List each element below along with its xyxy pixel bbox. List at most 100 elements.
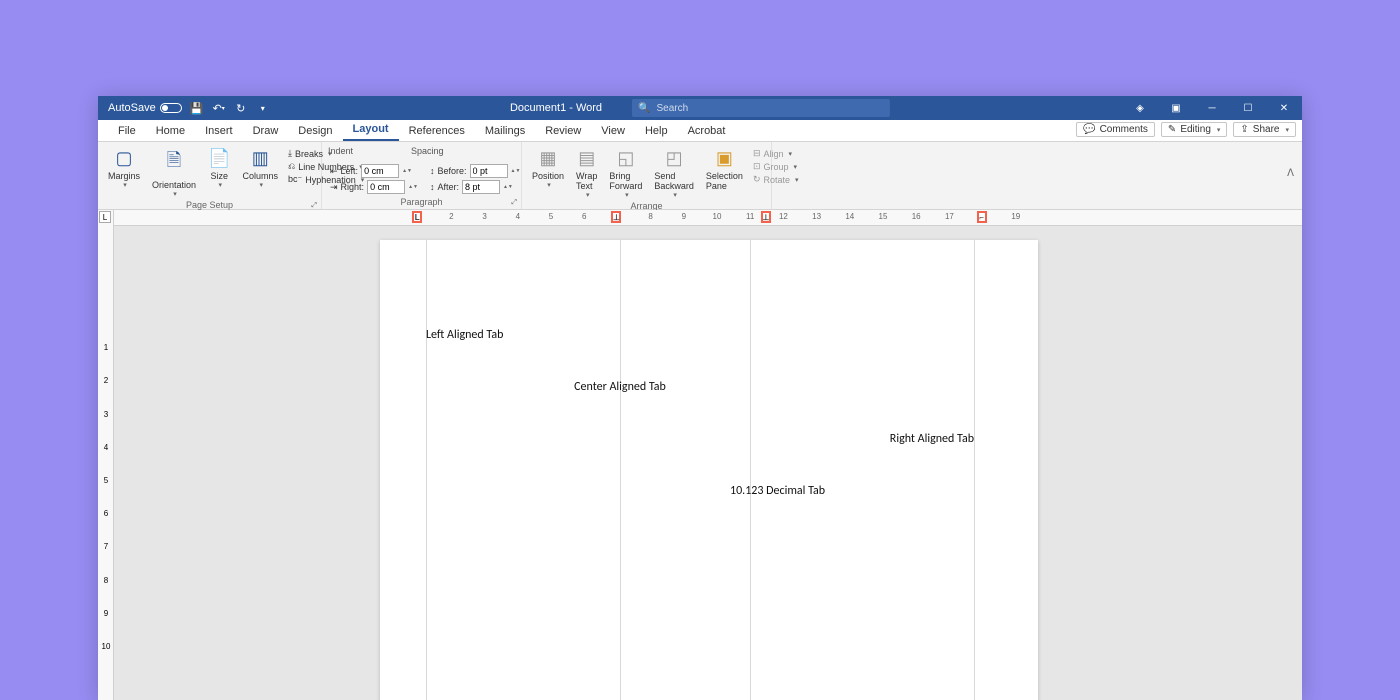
indent-right-label: Right: (341, 182, 365, 192)
decimal-tab-text: 10.123 Decimal Tab (730, 484, 825, 498)
tab-mailings[interactable]: Mailings (475, 121, 535, 141)
margins-button[interactable]: ▢Margins▾ (104, 146, 144, 191)
vertical-ruler[interactable]: L 12345678910 (98, 210, 114, 700)
tab-file[interactable]: File (108, 121, 146, 141)
ribbon-display-icon[interactable]: ▣ (1158, 96, 1194, 120)
tab-stop-right[interactable]: ⌐ (977, 211, 987, 223)
group-button[interactable]: ⊡ Group▾ (753, 161, 799, 172)
ribbon-collapse-icon[interactable]: ᐱ (1287, 168, 1294, 179)
ruler-tick: 3 (480, 212, 490, 221)
tab-draw[interactable]: Draw (243, 121, 289, 141)
workspace: L 12345678910 12345678910111213141516171… (98, 210, 1302, 700)
ruler-tick: 3 (101, 410, 111, 419)
ruler-tick: 2 (446, 212, 456, 221)
tab-stop-center[interactable]: ⊥ (611, 211, 621, 223)
ruler-tick: 17 (944, 212, 954, 221)
rotate-button[interactable]: ↻ Rotate▾ (753, 174, 799, 185)
tab-view[interactable]: View (591, 121, 635, 141)
spinner-icon[interactable]: ▲▼ (408, 185, 418, 190)
ruler-tick: 9 (679, 212, 689, 221)
left-tab-text: Left Aligned Tab (426, 328, 503, 342)
ruler-tick: 5 (101, 476, 111, 485)
spinner-icon[interactable]: ▲▼ (503, 185, 513, 190)
save-icon[interactable]: 💾 (190, 101, 204, 115)
paragraph-launcher[interactable]: ⤢ (511, 199, 517, 207)
ribbon-tabs: File Home Insert Draw Design Layout Refe… (98, 120, 1302, 142)
ruler-tick: 9 (101, 609, 111, 618)
tab-review[interactable]: Review (535, 121, 591, 141)
ruler-tick: 1 (101, 343, 111, 352)
indent-left-input[interactable] (361, 164, 399, 178)
tab-acrobat[interactable]: Acrobat (678, 121, 736, 141)
center-tab-text: Center Aligned Tab (574, 380, 666, 394)
align-button[interactable]: ⊟ Align▾ (753, 148, 799, 159)
tab-stop-left[interactable]: L (412, 211, 422, 223)
columns-button[interactable]: ▥Columns▾ (238, 146, 282, 191)
tab-stop-decimal[interactable]: ⊥ (761, 211, 771, 223)
bring-forward-button[interactable]: ◱Bring Forward▾ (605, 146, 646, 201)
diamond-icon[interactable]: ◈ (1122, 96, 1158, 120)
page-setup-launcher[interactable]: ⤢ (311, 202, 317, 210)
maximize-button[interactable]: ☐ (1230, 96, 1266, 120)
ruler-tick: 11 (745, 212, 755, 221)
tab-guide-line (426, 240, 427, 700)
indent-header: Indent (328, 146, 353, 156)
redo-icon[interactable]: ↻ (234, 101, 248, 115)
selection-pane-button[interactable]: ▣Selection Pane (702, 146, 747, 193)
document-title: Document1 - Word (510, 102, 602, 114)
tab-guide-line (620, 240, 621, 700)
tab-references[interactable]: References (399, 121, 475, 141)
ruler-tick: 12 (778, 212, 788, 221)
minimize-button[interactable]: ─ (1194, 96, 1230, 120)
position-button[interactable]: ▦Position▾ (528, 146, 568, 191)
tab-layout[interactable]: Layout (343, 119, 399, 141)
document-page[interactable]: Left Aligned Tab Center Aligned Tab Righ… (380, 240, 1038, 700)
autosave-label: AutoSave (108, 102, 156, 114)
send-backward-button[interactable]: ◰Send Backward▾ (650, 146, 698, 201)
ruler-tick: 7 (101, 542, 111, 551)
comments-button[interactable]: 💬Comments (1076, 122, 1155, 137)
word-window: AutoSave 💾 ↶▾ ↻ ▾ Document1 - Word 🔍 Sea… (98, 96, 1302, 700)
ruler-tick: 15 (878, 212, 888, 221)
tab-selector[interactable]: L (99, 211, 111, 223)
editing-button[interactable]: ✎Editing▾ (1161, 122, 1227, 137)
indent-left-label: Left: (341, 166, 359, 176)
tab-guide-line (974, 240, 975, 700)
paragraph-group-label: Paragraph⤢ (328, 197, 515, 209)
share-button[interactable]: ⇪Share▾ (1233, 122, 1296, 137)
tab-design[interactable]: Design (288, 121, 342, 141)
indent-right-input[interactable] (367, 180, 405, 194)
horizontal-ruler[interactable]: 12345678910111213141516171819L⊥⊥⌐ (114, 210, 1302, 226)
ruler-tick: 8 (646, 212, 656, 221)
spinner-icon[interactable]: ▲▼ (402, 169, 412, 174)
ruler-tick: 2 (101, 376, 111, 385)
ruler-tick: 13 (812, 212, 822, 221)
search-icon: 🔍 (638, 103, 650, 114)
autosave-toggle[interactable]: AutoSave (108, 102, 182, 114)
ruler-tick: 4 (513, 212, 523, 221)
search-placeholder: Search (657, 103, 689, 114)
close-button[interactable]: ✕ (1266, 96, 1302, 120)
tab-help[interactable]: Help (635, 121, 678, 141)
ruler-tick: 10 (101, 642, 111, 651)
spacing-before-label: Before: (437, 166, 466, 176)
ruler-tick: 6 (579, 212, 589, 221)
size-button[interactable]: 📄Size▾ (204, 146, 234, 191)
ruler-tick: 19 (1011, 212, 1021, 221)
orientation-button[interactable]: 🗎Orientation▾ (148, 146, 200, 200)
ruler-tick: 16 (911, 212, 921, 221)
spacing-after-input[interactable] (462, 180, 500, 194)
right-tab-text: Right Aligned Tab (890, 432, 974, 446)
spacing-after-label: After: (437, 182, 459, 192)
undo-icon[interactable]: ↶▾ (212, 101, 226, 115)
search-box[interactable]: 🔍 Search (632, 99, 890, 117)
spacing-header: Spacing (411, 146, 444, 156)
spacing-before-input[interactable] (470, 164, 508, 178)
wrap-text-button[interactable]: ▤Wrap Text▾ (572, 146, 601, 201)
spinner-icon[interactable]: ▲▼ (511, 169, 521, 174)
qat-customize-icon[interactable]: ▾ (256, 101, 270, 115)
ruler-tick: 6 (101, 509, 111, 518)
ruler-tick: 4 (101, 443, 111, 452)
tab-home[interactable]: Home (146, 121, 195, 141)
tab-insert[interactable]: Insert (195, 121, 243, 141)
